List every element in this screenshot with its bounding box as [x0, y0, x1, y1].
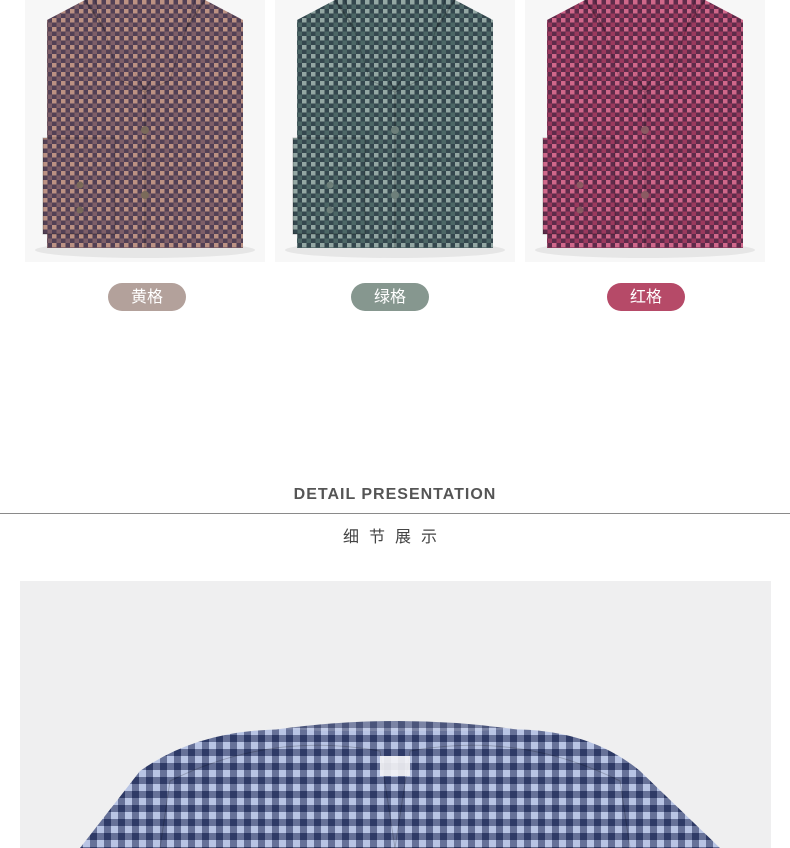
shirt-illustration — [25, 0, 265, 262]
product-detail-page: 黄格 绿格 红格 DETAIL PRESENTATION 细节展示 — [0, 0, 790, 848]
shirt-image-green-check[interactable] — [275, 0, 515, 262]
section-subtitle: 细节展示 — [342, 527, 447, 546]
shirt-illustration — [275, 0, 515, 262]
collar-detail-photo — [20, 581, 771, 848]
section-title: DETAIL PRESENTATION — [293, 486, 497, 503]
shirt-image-yellow-check[interactable] — [25, 0, 265, 262]
shirt-illustration — [525, 0, 765, 262]
section-divider — [0, 513, 790, 514]
color-tag-green-check[interactable]: 绿格 — [351, 283, 429, 311]
color-tag-yellow-check[interactable]: 黄格 — [108, 283, 186, 311]
color-tag-red-check[interactable]: 红格 — [607, 283, 685, 311]
shirt-variant-row — [0, 0, 790, 262]
shirt-image-red-check[interactable] — [525, 0, 765, 262]
collar-illustration — [20, 581, 771, 848]
